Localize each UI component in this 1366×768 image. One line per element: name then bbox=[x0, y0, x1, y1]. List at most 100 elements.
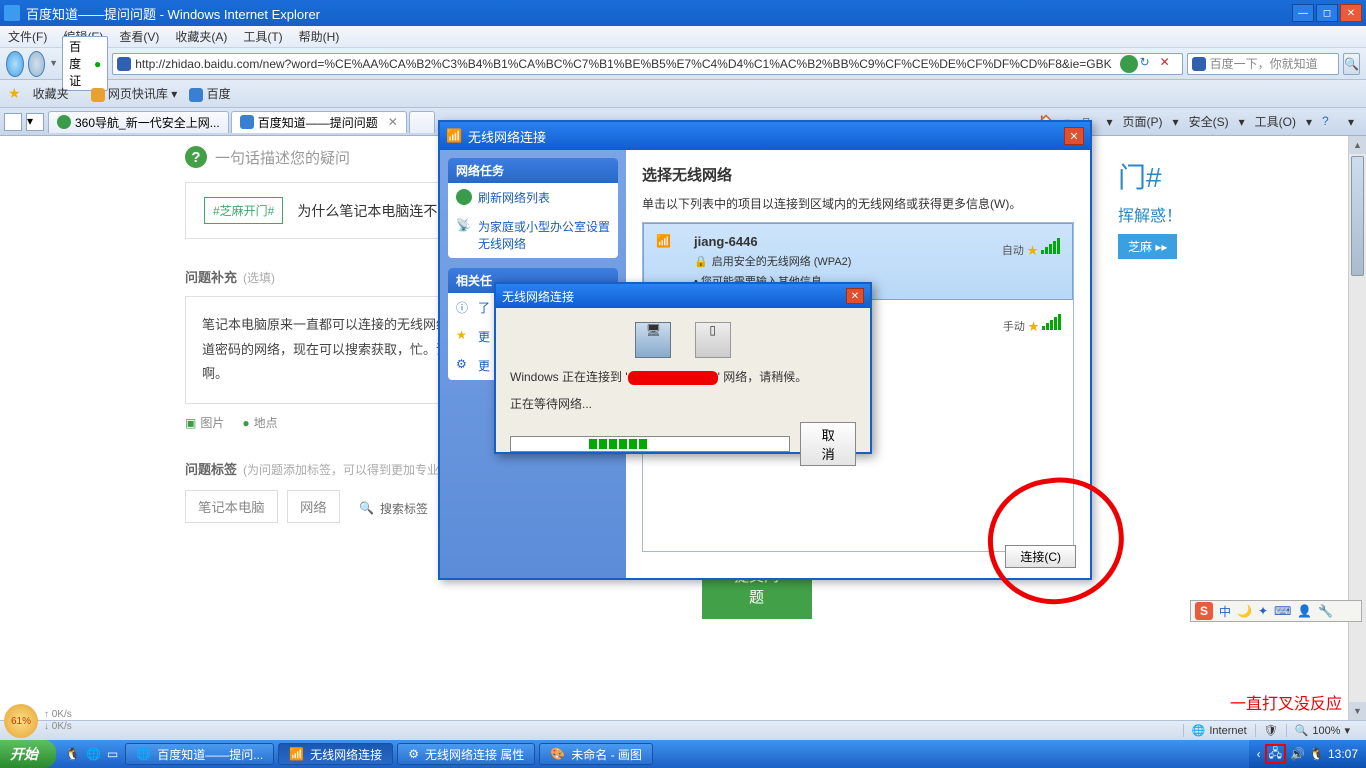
ie-icon bbox=[4, 5, 20, 21]
history-dropdown[interactable]: ▼ bbox=[49, 58, 58, 70]
tray-volume-icon[interactable]: 🔊 bbox=[1290, 747, 1305, 761]
menu-file[interactable]: 文件(F) bbox=[8, 28, 47, 45]
search-box[interactable]: 百度一下，你就知道 bbox=[1187, 53, 1339, 75]
wireless-titlebar[interactable]: 📶 无线网络连接 ✕ bbox=[440, 122, 1090, 150]
favorite-star-icon: ★ bbox=[1027, 245, 1038, 257]
attach-location-button[interactable]: ●地点 bbox=[242, 414, 277, 431]
question-title-text: 为什么笔记本电脑连不 bbox=[297, 201, 437, 221]
start-button[interactable]: 开始 bbox=[0, 740, 56, 768]
tray-network-icon[interactable]: 🖧 bbox=[1269, 744, 1282, 765]
back-button[interactable] bbox=[6, 51, 24, 77]
new-tab-button[interactable] bbox=[409, 111, 435, 133]
choose-network-heading: 选择无线网络 bbox=[642, 164, 1074, 185]
annotation-tray-box: 🖧 bbox=[1265, 744, 1286, 764]
system-tray[interactable]: ‹ 🖧 🔊 🐧 13:07 bbox=[1249, 740, 1366, 768]
ime-person-icon[interactable]: 👤 bbox=[1297, 604, 1312, 618]
refresh-network-list[interactable]: 刷新网络列表 bbox=[448, 183, 618, 212]
cancel-button[interactable]: 取消 bbox=[800, 422, 856, 466]
promo-button[interactable]: 芝麻 ▸▸ bbox=[1118, 234, 1177, 259]
compat-icon[interactable] bbox=[1120, 55, 1138, 73]
search-tags-button[interactable]: 🔍 搜索标签 bbox=[359, 500, 428, 517]
menu-favorites[interactable]: 收藏夹(A) bbox=[175, 28, 227, 45]
dialog-close-button[interactable]: ✕ bbox=[846, 288, 864, 304]
menu-tools[interactable]: 工具(T) bbox=[243, 28, 282, 45]
dialog-titlebar[interactable]: 无线网络连接 ✕ bbox=[496, 284, 870, 308]
setup-home-network[interactable]: 📡为家庭或小型办公室设置无线网络 bbox=[448, 212, 618, 258]
scroll-thumb[interactable] bbox=[1351, 156, 1364, 276]
favorites-star-icon[interactable]: ★ bbox=[8, 85, 21, 102]
favorites-label[interactable]: 收藏夹 bbox=[33, 85, 69, 102]
maximize-button[interactable]: ◻ bbox=[1316, 4, 1338, 22]
sogou-icon[interactable]: S bbox=[1195, 602, 1213, 620]
search-button[interactable]: 🔍 bbox=[1343, 53, 1360, 75]
address-bar[interactable]: http://zhidao.baidu.com/new?word=%CE%AA%… bbox=[112, 53, 1182, 75]
ime-toolbar[interactable]: S 中 🌙 ✦ ⌨ 👤 🔧 bbox=[1190, 600, 1362, 622]
wireless-task-icon: 📶 bbox=[289, 747, 304, 761]
url-text: http://zhidao.baidu.com/new?word=%CE%AA%… bbox=[135, 57, 1111, 71]
cmd-page[interactable]: 页面(P) bbox=[1123, 113, 1163, 130]
tab-close-icon[interactable]: ✕ bbox=[388, 115, 398, 129]
status-protected-mode: 🛡 bbox=[1255, 724, 1286, 737]
antenna-icon: 📶 bbox=[656, 234, 684, 289]
addr-engine-label[interactable]: 百度 证● bbox=[62, 36, 108, 91]
tab-360-icon bbox=[57, 115, 71, 129]
taskbtn-paint[interactable]: 🎨未命名 - 画图 bbox=[539, 743, 653, 765]
quick-tabs-button[interactable] bbox=[4, 113, 22, 131]
quicklaunch-ie-icon[interactable]: 🌐 bbox=[86, 747, 101, 761]
forward-button[interactable] bbox=[28, 51, 46, 77]
cmd-safety[interactable]: 安全(S) bbox=[1189, 113, 1229, 130]
tag-laptop[interactable]: 笔记本电脑 bbox=[185, 490, 278, 523]
server-icon: ▯ bbox=[695, 322, 731, 358]
lock-icon: 🔒 bbox=[694, 255, 708, 268]
props-task-icon: ⚙ bbox=[408, 747, 419, 761]
favorites-bar: ★ 收藏夹 网页快讯库 ▾ 百度 bbox=[0, 80, 1366, 108]
help-icon[interactable]: ? bbox=[1322, 114, 1338, 130]
fav-item-feeds[interactable]: 网页快讯库 ▾ bbox=[91, 85, 178, 102]
taskbtn-wireless[interactable]: 📶无线网络连接 bbox=[278, 743, 393, 765]
tab-360nav[interactable]: 360导航_新一代安全上网... bbox=[48, 111, 229, 133]
status-zoom[interactable]: 🔍 100% ▾ bbox=[1286, 724, 1358, 737]
ime-keyboard-icon[interactable]: ⌨ bbox=[1274, 604, 1291, 618]
quicklaunch-desktop-icon[interactable]: ▭ bbox=[107, 747, 118, 761]
tab-baidu-zhidao[interactable]: 百度知道——提问问题 ✕ bbox=[231, 111, 407, 133]
tray-expand-icon[interactable]: ‹ bbox=[1257, 747, 1261, 761]
scroll-up-arrow[interactable]: ▲ bbox=[1349, 136, 1366, 154]
annotation-text: 一直打叉没反应 bbox=[1230, 690, 1342, 714]
scroll-down-arrow[interactable]: ▼ bbox=[1349, 702, 1366, 720]
speed-meter-widget[interactable]: 61% ↑ 0K/s ↓ 0K/s bbox=[4, 706, 144, 736]
window-title: 百度知道——提问问题 - Windows Internet Explorer bbox=[26, 4, 320, 23]
vertical-scrollbar[interactable]: ▲ ▼ bbox=[1348, 136, 1366, 720]
dialog-title: 无线网络连接 bbox=[502, 288, 574, 305]
ime-punct-icon[interactable]: ✦ bbox=[1258, 604, 1268, 618]
minimize-button[interactable]: — bbox=[1292, 4, 1314, 22]
taskbtn-ie[interactable]: 🌐百度知道——提问... bbox=[125, 743, 274, 765]
search-placeholder: 百度一下，你就知道 bbox=[1210, 55, 1318, 72]
taskbtn-wireless-props[interactable]: ⚙无线网络连接 属性 bbox=[397, 743, 535, 765]
menu-help[interactable]: 帮助(H) bbox=[299, 28, 340, 45]
feed-icon bbox=[91, 88, 105, 102]
wireless-close-button[interactable]: ✕ bbox=[1064, 127, 1084, 145]
ime-mode[interactable]: 中 bbox=[1219, 603, 1231, 620]
promo-sub: 挥解惑！ bbox=[1118, 202, 1318, 226]
attach-image-button[interactable]: ▣图片 bbox=[185, 414, 224, 431]
refresh-icon[interactable]: ↻ bbox=[1140, 55, 1158, 73]
quicklaunch-qq-icon[interactable]: 🐧 bbox=[65, 747, 80, 761]
meter-disc: 61% bbox=[4, 704, 38, 738]
cmd-tools[interactable]: 工具(O) bbox=[1255, 113, 1296, 130]
image-icon: ▣ bbox=[185, 416, 196, 430]
menu-view[interactable]: 查看(V) bbox=[119, 28, 159, 45]
tag-network[interactable]: 网络 bbox=[287, 490, 340, 523]
tab-baidu-icon bbox=[240, 115, 254, 129]
connect-button[interactable]: 连接(C) bbox=[1005, 545, 1076, 568]
signal-strength-icon bbox=[1042, 314, 1061, 330]
tray-qq-icon[interactable]: 🐧 bbox=[1309, 747, 1324, 761]
connecting-dialog: 无线网络连接 ✕ 🖥 ▯ Windows 正在连接到 '' 网络，请稍候。 正在… bbox=[494, 282, 872, 454]
promo-sidebar: 门# 挥解惑！ 芝麻 ▸▸ bbox=[1118, 156, 1318, 259]
stop-icon[interactable]: ✕ bbox=[1160, 55, 1178, 73]
tab-list-button[interactable]: ▾ bbox=[26, 113, 44, 131]
close-button[interactable]: ✕ bbox=[1340, 4, 1362, 22]
tray-clock[interactable]: 13:07 bbox=[1328, 747, 1358, 761]
ime-moon-icon[interactable]: 🌙 bbox=[1237, 604, 1252, 618]
fav-item-baidu[interactable]: 百度 bbox=[189, 85, 230, 102]
ime-settings-icon[interactable]: 🔧 bbox=[1318, 604, 1333, 618]
